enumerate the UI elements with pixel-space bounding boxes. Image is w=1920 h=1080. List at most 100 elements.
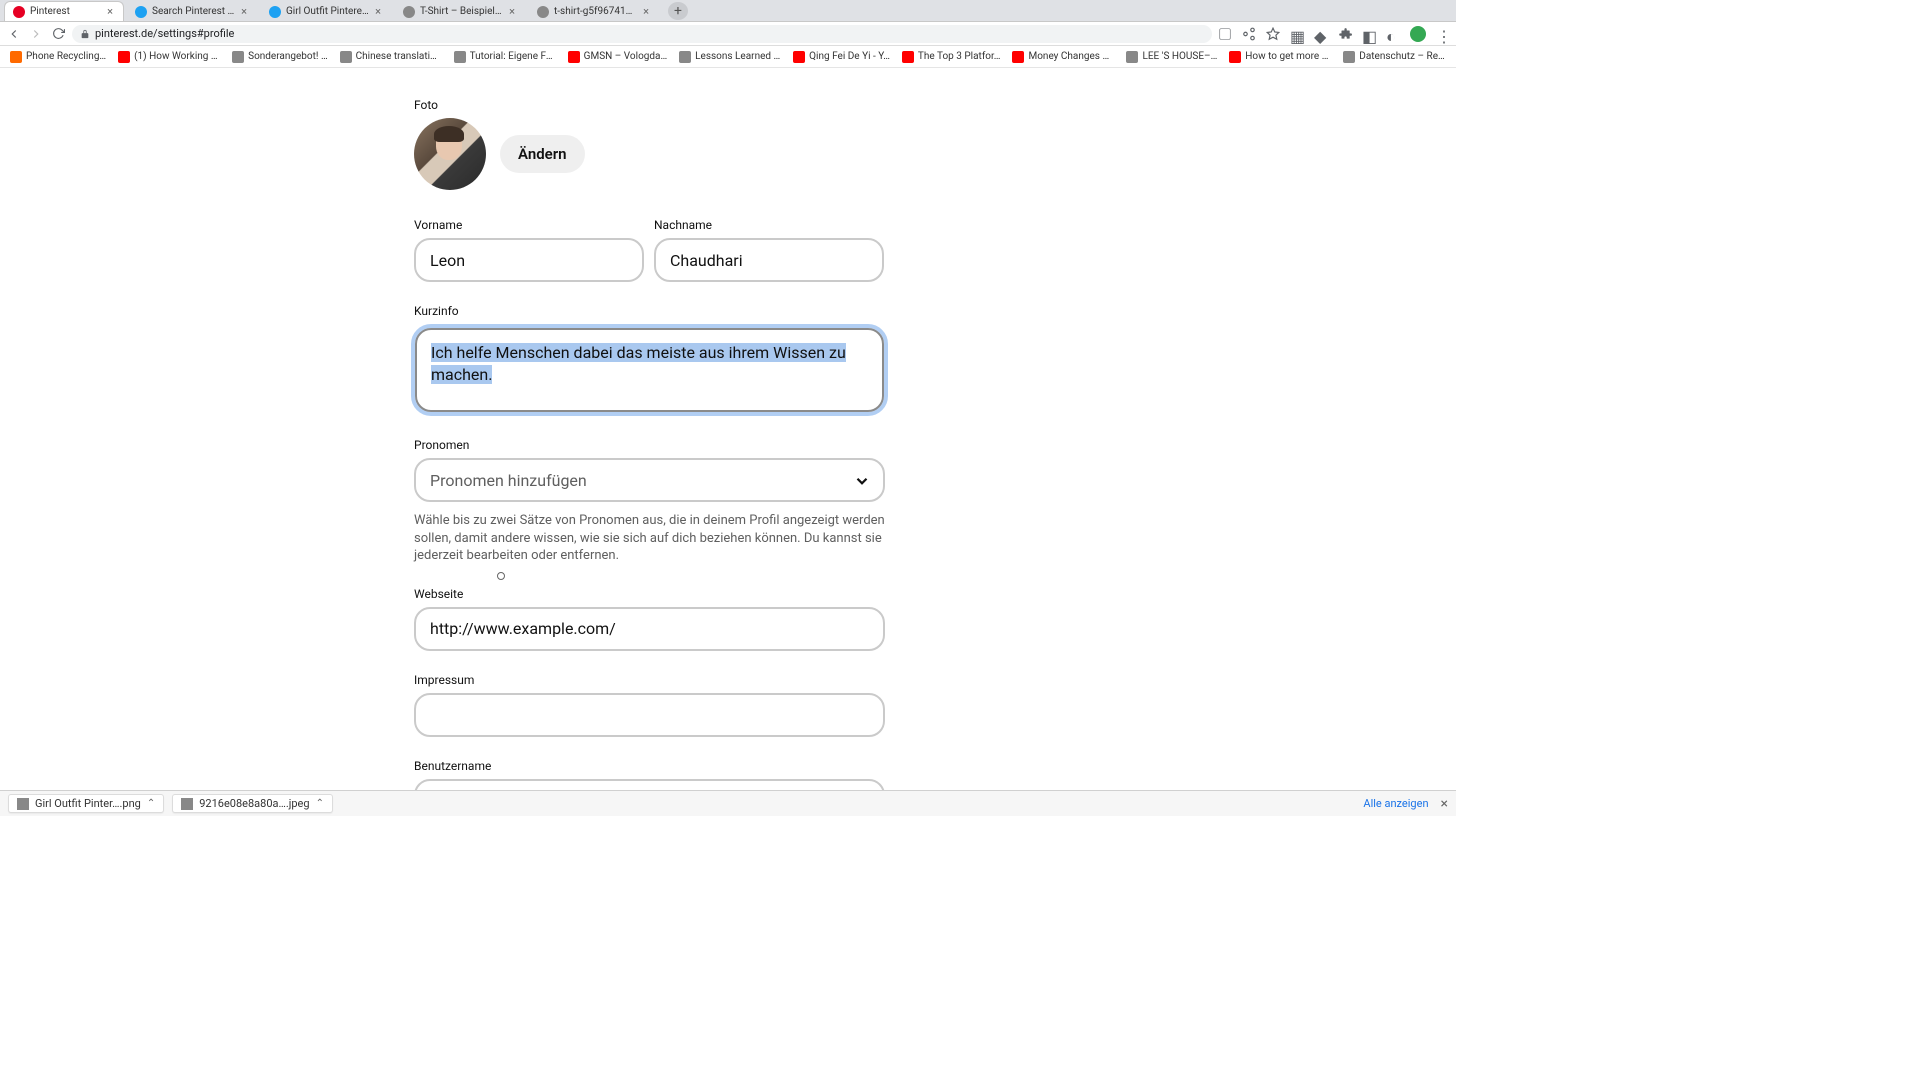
bookmark-item[interactable]: Tutorial: Eigene Fa… [450, 51, 560, 63]
page-icon [537, 6, 549, 18]
photo-label: Foto [414, 98, 885, 112]
bookmark-item[interactable]: (1) How Working a… [114, 51, 224, 63]
tab-title: Girl Outfit Pinterest Pin (1000 [286, 6, 369, 17]
bookmark-item[interactable]: Phone Recycling… [6, 51, 110, 63]
favicon [1126, 51, 1138, 63]
close-icon[interactable]: × [641, 7, 651, 17]
share-icon[interactable] [1242, 27, 1256, 41]
favicon [340, 51, 352, 63]
favicon [568, 51, 580, 63]
firstname-input[interactable] [414, 238, 644, 282]
bookmark-item[interactable]: Datenschutz – Re… [1339, 51, 1448, 63]
bio-focus-ring: Ich helfe Menschen dabei das meiste aus … [411, 324, 888, 416]
favicon [10, 51, 22, 63]
star-icon[interactable] [1266, 27, 1280, 41]
bookmark-item[interactable]: Chinese translatio… [336, 51, 446, 63]
canva-icon [135, 6, 147, 18]
username-label: Benutzername [414, 759, 885, 773]
file-icon [181, 798, 193, 810]
back-button[interactable] [6, 26, 22, 42]
bookmarks-bar: Phone Recycling… (1) How Working a… Sond… [0, 46, 1456, 68]
favicon [454, 51, 466, 63]
download-filename: Girl Outfit Pinter….png [35, 797, 141, 810]
close-icon[interactable]: × [239, 7, 249, 17]
pronouns-select[interactable]: Pronomen hinzufügen [414, 458, 885, 502]
tab-tshirt-jpg[interactable]: t-shirt-g5f96741c2_1280.jpg ( × [528, 1, 660, 21]
impressum-label: Impressum [414, 673, 885, 687]
bio-text: Ich helfe Menschen dabei das meiste aus … [431, 343, 846, 384]
bookmark-item[interactable]: Money Changes E… [1008, 51, 1118, 63]
tab-title: Search Pinterest Pin (1000 × [152, 6, 235, 17]
forward-button[interactable] [28, 26, 44, 42]
lastname-label: Nachname [654, 218, 884, 232]
bio-label: Kurzinfo [414, 304, 885, 318]
tab-title: T-Shirt – Beispiel Dropshippin [420, 6, 503, 17]
bio-textarea[interactable]: Ich helfe Menschen dabei das meiste aus … [415, 328, 884, 412]
close-icon[interactable]: × [373, 7, 383, 17]
username-input[interactable] [414, 779, 885, 790]
ext3-icon[interactable]: ◐ [1386, 27, 1400, 41]
new-tab-button[interactable]: + [668, 2, 688, 20]
tab-search-pin[interactable]: Search Pinterest Pin (1000 × × [126, 1, 258, 21]
downloads-bar: Girl Outfit Pinter….png ⌃ 9216e08e8a80a…… [0, 790, 1456, 816]
qr-icon[interactable]: ▦ [1290, 27, 1304, 41]
chevron-up-icon[interactable]: ⌃ [147, 798, 155, 809]
download-item[interactable]: 9216e08e8a80a….jpeg ⌃ [172, 794, 333, 813]
file-icon [17, 798, 29, 810]
gtranslate-icon[interactable] [1218, 27, 1232, 41]
url-text: pinterest.de/settings#profile [95, 27, 234, 40]
close-icon[interactable]: × [507, 7, 517, 17]
lastname-input[interactable] [654, 238, 884, 282]
url-field[interactable]: pinterest.de/settings#profile [72, 25, 1212, 43]
close-downloads-bar[interactable]: × [1441, 796, 1448, 812]
tab-girl-outfit[interactable]: Girl Outfit Pinterest Pin (1000 × [260, 1, 392, 21]
reload-button[interactable] [50, 26, 66, 42]
pronouns-hint: Wähle bis zu zwei Sätze von Pronomen aus… [414, 512, 885, 565]
tab-tshirt[interactable]: T-Shirt – Beispiel Dropshippin × [394, 1, 526, 21]
favicon [232, 51, 244, 63]
favicon [902, 51, 914, 63]
bookmark-item[interactable]: Lessons Learned f… [675, 51, 785, 63]
extensions-icon[interactable] [1338, 27, 1352, 41]
canva-icon [269, 6, 281, 18]
bookmark-item[interactable]: The Top 3 Platfor… [898, 51, 1005, 63]
photo-row: Ändern [414, 118, 885, 190]
favicon [1012, 51, 1024, 63]
impressum-input[interactable] [414, 693, 885, 737]
bookmark-item[interactable]: LEE 'S HOUSE–… [1122, 51, 1221, 63]
tab-title: Pinterest [30, 6, 101, 17]
page-icon [403, 6, 415, 18]
pinterest-icon [13, 6, 25, 18]
ext2-icon[interactable]: ◧ [1362, 27, 1376, 41]
download-item[interactable]: Girl Outfit Pinter….png ⌃ [8, 794, 164, 813]
firstname-label: Vorname [414, 218, 644, 232]
bookmark-item[interactable]: Student Wants an… [1453, 51, 1456, 63]
address-bar: pinterest.de/settings#profile ▦ ◆ ◧ ◐ ⋮ [0, 22, 1456, 46]
bookmark-item[interactable]: GMSN – Vologda… [564, 51, 672, 63]
close-icon[interactable]: × [105, 7, 115, 17]
menu-icon[interactable]: ⋮ [1436, 27, 1450, 41]
avatar [414, 118, 486, 190]
browser-tab-bar: Pinterest × Search Pinterest Pin (1000 ×… [0, 0, 1456, 22]
bookmark-item[interactable]: Sonderangebot! … [228, 51, 332, 63]
bookmark-item[interactable]: How to get more v… [1225, 51, 1335, 63]
ext1-icon[interactable]: ◆ [1314, 27, 1328, 41]
cursor-icon [497, 572, 505, 580]
favicon [118, 51, 130, 63]
chevron-down-icon [853, 472, 869, 488]
lock-icon [80, 29, 90, 39]
pronouns-placeholder: Pronomen hinzufügen [430, 471, 587, 490]
page-content: Foto Ändern Vorname Nachname Kurzinfo Ic… [0, 68, 1456, 790]
pronouns-label: Pronomen [414, 438, 885, 452]
profile-settings-form: Foto Ändern Vorname Nachname Kurzinfo Ic… [414, 98, 885, 790]
profile-avatar-icon[interactable] [1410, 26, 1426, 42]
show-all-downloads[interactable]: Alle anzeigen [1363, 797, 1428, 810]
change-photo-button[interactable]: Ändern [500, 135, 585, 173]
website-input[interactable] [414, 607, 885, 651]
bookmark-item[interactable]: Qing Fei De Yi - Y… [789, 51, 894, 63]
toolbar-icons: ▦ ◆ ◧ ◐ ⋮ [1218, 26, 1450, 42]
favicon [679, 51, 691, 63]
chevron-up-icon[interactable]: ⌃ [316, 798, 324, 809]
favicon [1229, 51, 1241, 63]
tab-pinterest[interactable]: Pinterest × [4, 1, 124, 21]
